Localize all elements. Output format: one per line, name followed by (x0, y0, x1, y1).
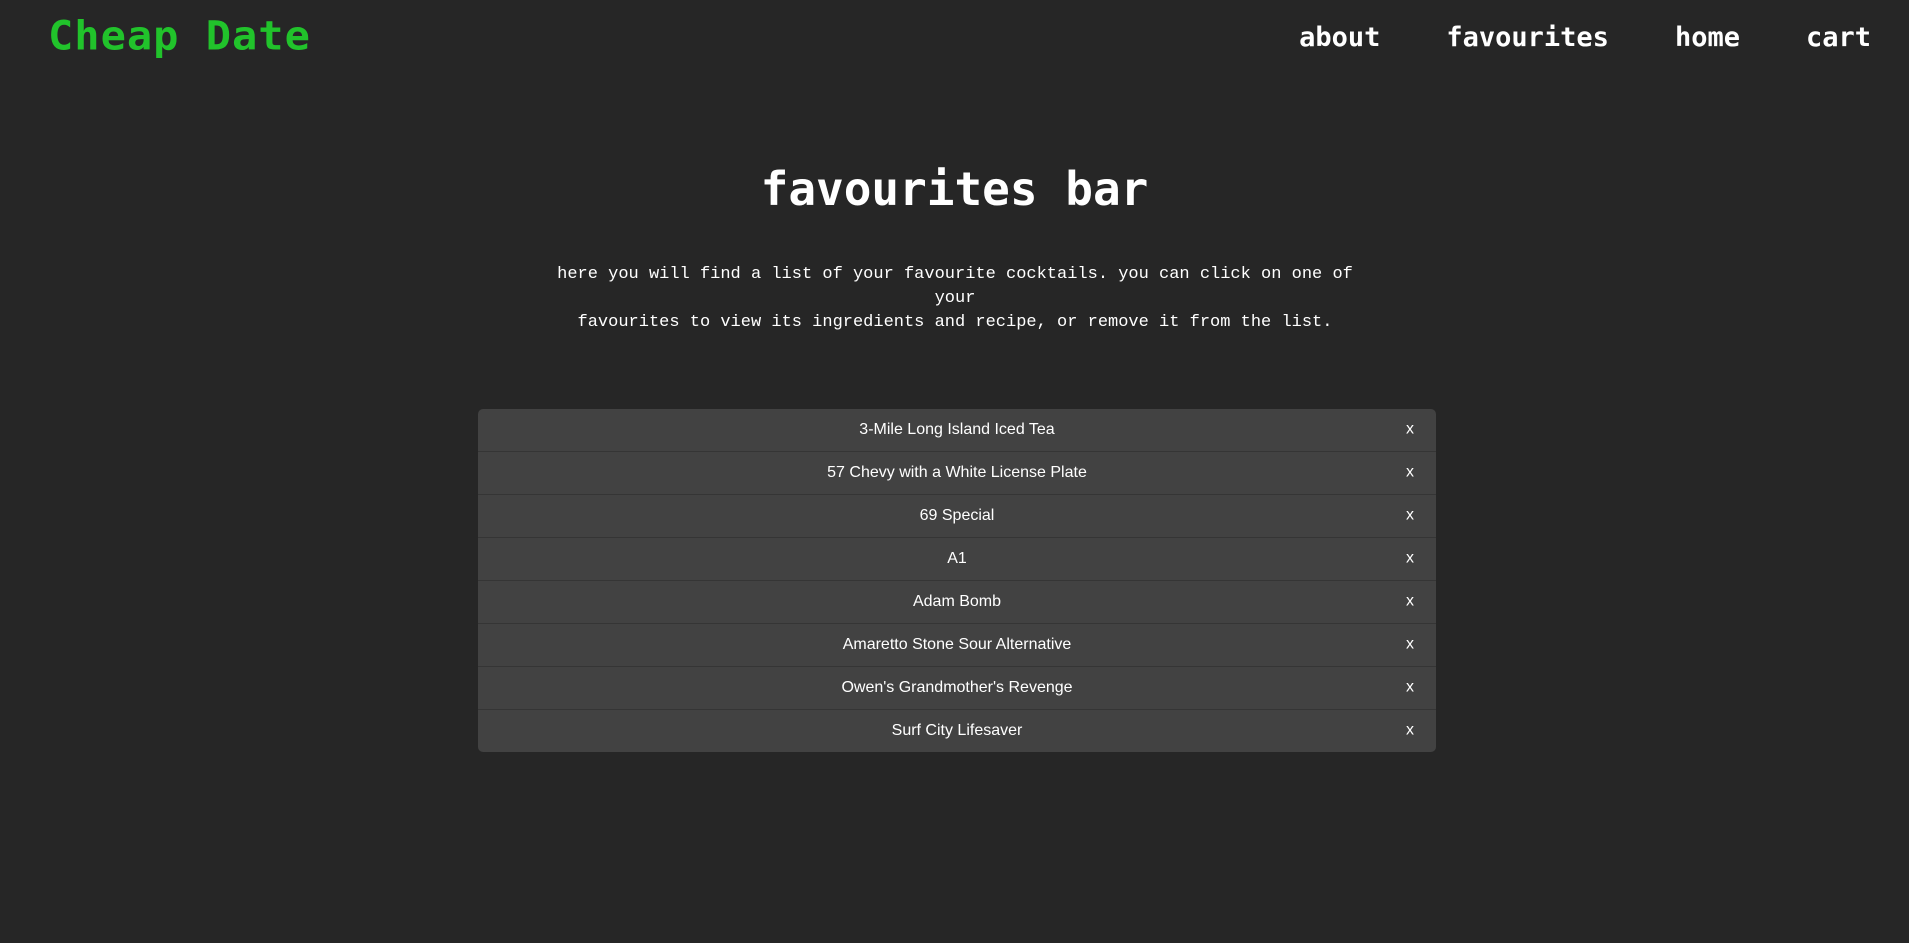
remove-favourite-button[interactable]: x (1406, 722, 1414, 740)
favourite-item[interactable]: Surf City Lifesaver x (478, 710, 1436, 752)
remove-favourite-button[interactable]: x (1406, 507, 1414, 525)
page-title: favourites bar (760, 162, 1149, 216)
remove-favourite-button[interactable]: x (1406, 464, 1414, 482)
favourite-name[interactable]: Owen's Grandmother's Revenge (841, 679, 1072, 697)
remove-favourite-button[interactable]: x (1406, 636, 1414, 654)
site-logo[interactable]: Cheap Date (48, 16, 311, 56)
remove-favourite-button[interactable]: x (1406, 679, 1414, 697)
favourite-item[interactable]: A1 x (478, 538, 1436, 581)
favourite-name[interactable]: A1 (947, 550, 967, 568)
page-description-line-2: favourites to view its ingredients and r… (577, 313, 1333, 332)
favourite-item[interactable]: 3-Mile Long Island Iced Tea x (478, 409, 1436, 452)
favourite-name[interactable]: 3-Mile Long Island Iced Tea (859, 421, 1054, 439)
page-description-line-1: here you will find a list of your favour… (557, 265, 1353, 308)
favourite-item[interactable]: Amaretto Stone Sour Alternative x (478, 624, 1436, 667)
nav-link-cart[interactable]: cart (1806, 24, 1871, 51)
favourite-name[interactable]: Adam Bomb (913, 593, 1001, 611)
remove-favourite-button[interactable]: x (1406, 421, 1414, 439)
main-nav: about favourites home cart (1233, 24, 1871, 51)
nav-link-about[interactable]: about (1299, 24, 1380, 51)
favourite-item[interactable]: Adam Bomb x (478, 581, 1436, 624)
nav-link-favourites[interactable]: favourites (1446, 24, 1609, 51)
remove-favourite-button[interactable]: x (1406, 550, 1414, 568)
favourite-name[interactable]: 57 Chevy with a White License Plate (827, 464, 1087, 482)
nav-link-home[interactable]: home (1675, 24, 1740, 51)
page-description: here you will find a list of your favour… (540, 263, 1370, 335)
top-navbar: Cheap Date about favourites home cart (0, 0, 1909, 90)
favourite-name[interactable]: Amaretto Stone Sour Alternative (843, 636, 1072, 654)
remove-favourite-button[interactable]: x (1406, 593, 1414, 611)
favourite-item[interactable]: 69 Special x (478, 495, 1436, 538)
favourites-list: 3-Mile Long Island Iced Tea x 57 Chevy w… (478, 409, 1436, 752)
favourite-name[interactable]: Surf City Lifesaver (892, 722, 1023, 740)
favourite-item[interactable]: 57 Chevy with a White License Plate x (478, 452, 1436, 495)
favourite-name[interactable]: 69 Special (920, 507, 995, 525)
favourite-item[interactable]: Owen's Grandmother's Revenge x (478, 667, 1436, 710)
